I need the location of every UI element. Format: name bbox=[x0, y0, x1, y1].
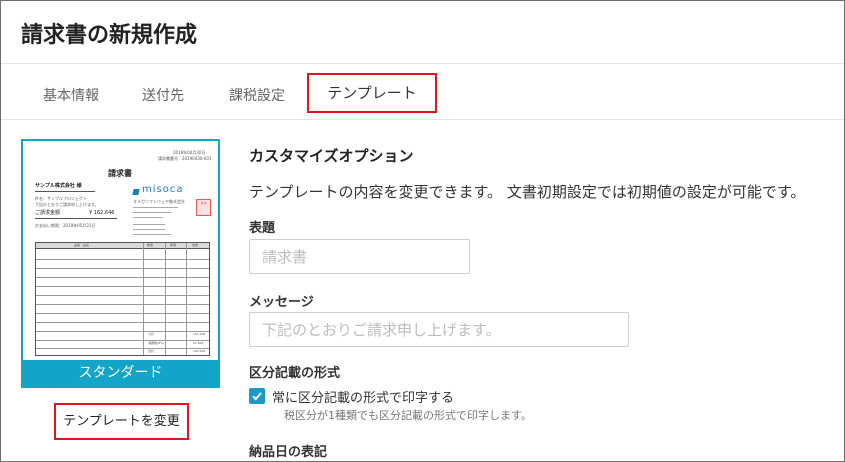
tab-tax-settings[interactable]: 課税設定 bbox=[229, 85, 285, 105]
change-template-button[interactable]: テンプレートを変更 bbox=[54, 403, 189, 440]
preview-row-divider bbox=[36, 268, 209, 269]
preview-invoice-no: 請求書番号：20190430-001 bbox=[158, 156, 212, 161]
customize-heading: カスタマイズオプション bbox=[249, 147, 414, 165]
message-field-label: メッセージ bbox=[249, 295, 314, 310]
preview-row-divider bbox=[36, 322, 209, 323]
preview-row-divider bbox=[36, 348, 209, 349]
template-name-label: スタンダード bbox=[23, 360, 218, 386]
page-title: 請求書の新規作成 bbox=[21, 23, 198, 48]
kubun-checkbox[interactable] bbox=[249, 388, 265, 404]
preview-subject: 件名：サンプルプロジェクト bbox=[35, 196, 87, 201]
preview-row-divider bbox=[36, 295, 209, 296]
window-frame: 請求書の新規作成 基本情報 送付先 課税設定 テンプレート 2019年04月30… bbox=[0, 0, 845, 462]
preview-sender-address-line bbox=[133, 212, 171, 213]
preview-amount-underline bbox=[35, 218, 117, 219]
preview-row-divider bbox=[36, 304, 209, 305]
checkmark-icon bbox=[252, 392, 262, 401]
preview-items-table: 品番・品名 数量 単価 金額 小計 消費税(8%) 合計 151,000 11,… bbox=[35, 242, 210, 356]
preview-greeting: 下記のとおりご請求申し上げます。 bbox=[35, 202, 99, 207]
title-divider bbox=[1, 63, 844, 64]
preview-tax-value: 11,646 bbox=[193, 341, 204, 345]
preview-row-divider bbox=[36, 259, 209, 260]
tabs-divider bbox=[1, 119, 844, 120]
preview-amount-label: ご請求金額 bbox=[35, 210, 61, 216]
preview-th-qty: 数量 bbox=[147, 243, 154, 247]
preview-doc-title: 請求書 bbox=[108, 169, 132, 178]
kubun-format-label: 区分記載の形式 bbox=[249, 366, 341, 381]
preview-subtotal-value: 151,000 bbox=[193, 332, 206, 336]
tab-template[interactable]: テンプレート bbox=[307, 73, 437, 113]
preview-th-price: 単価 bbox=[170, 243, 177, 247]
misoca-logo-icon bbox=[132, 189, 140, 195]
title-input[interactable] bbox=[249, 239, 470, 274]
preview-sender-contact-line bbox=[133, 229, 165, 230]
preview-total-label: 合計 bbox=[148, 349, 155, 353]
preview-total-value: 162,646 bbox=[193, 349, 206, 353]
template-preview-document: 2019年04月30日 請求書番号：20190430-001 請求書 サンプル株… bbox=[23, 141, 218, 360]
preview-due: お支払い期限：2019年05月31日 bbox=[35, 223, 96, 228]
preview-row-divider bbox=[36, 277, 209, 278]
preview-subtotal-label: 小計 bbox=[148, 332, 155, 336]
kubun-helper-text: 税区分が1種類でも区分記載の形式で印字します。 bbox=[284, 409, 532, 422]
preview-logo: misoca bbox=[142, 184, 184, 195]
preview-th-item: 品番・品名 bbox=[74, 243, 90, 247]
preview-sender-name: オメガソフトウェア株式会社 bbox=[133, 199, 185, 204]
tab-basic-info[interactable]: 基本情報 bbox=[43, 85, 99, 105]
preview-sender-address-line bbox=[133, 217, 163, 218]
preview-amount-value: ¥ 162,646 bbox=[89, 210, 115, 216]
preview-row-divider bbox=[36, 340, 209, 341]
tab-recipient[interactable]: 送付先 bbox=[142, 85, 184, 105]
preview-tax-label: 消費税(8%) bbox=[148, 341, 165, 345]
title-field-label: 表題 bbox=[249, 221, 276, 236]
preview-sender-contact-line bbox=[133, 224, 165, 225]
preview-sender-contact-line bbox=[133, 234, 171, 235]
message-input[interactable] bbox=[249, 312, 629, 347]
customize-description: テンプレートの内容を変更できます。 文書初期設定では初期値の設定が可能です。 bbox=[249, 183, 806, 201]
tab-bar: 基本情報 送付先 課税設定 テンプレート bbox=[1, 71, 844, 119]
preview-date: 2019年04月30日 bbox=[173, 150, 206, 155]
preview-table-header bbox=[36, 243, 209, 249]
preview-th-amount: 金額 bbox=[192, 243, 199, 247]
preview-row-divider bbox=[36, 313, 209, 314]
preview-stamp: 見本 bbox=[196, 199, 211, 216]
delivery-date-label: 納品日の表記 bbox=[249, 445, 328, 460]
preview-row-divider bbox=[36, 286, 209, 287]
template-preview-card[interactable]: 2019年04月30日 請求書番号：20190430-001 請求書 サンプル株… bbox=[21, 139, 220, 388]
preview-row-divider bbox=[36, 331, 209, 332]
preview-sender-address-line bbox=[133, 207, 178, 208]
kubun-checkbox-label[interactable]: 常に区分記載の形式で印字する bbox=[272, 387, 454, 406]
preview-client-underline bbox=[35, 191, 95, 192]
preview-client-name: サンプル株式会社 様 bbox=[35, 183, 82, 189]
